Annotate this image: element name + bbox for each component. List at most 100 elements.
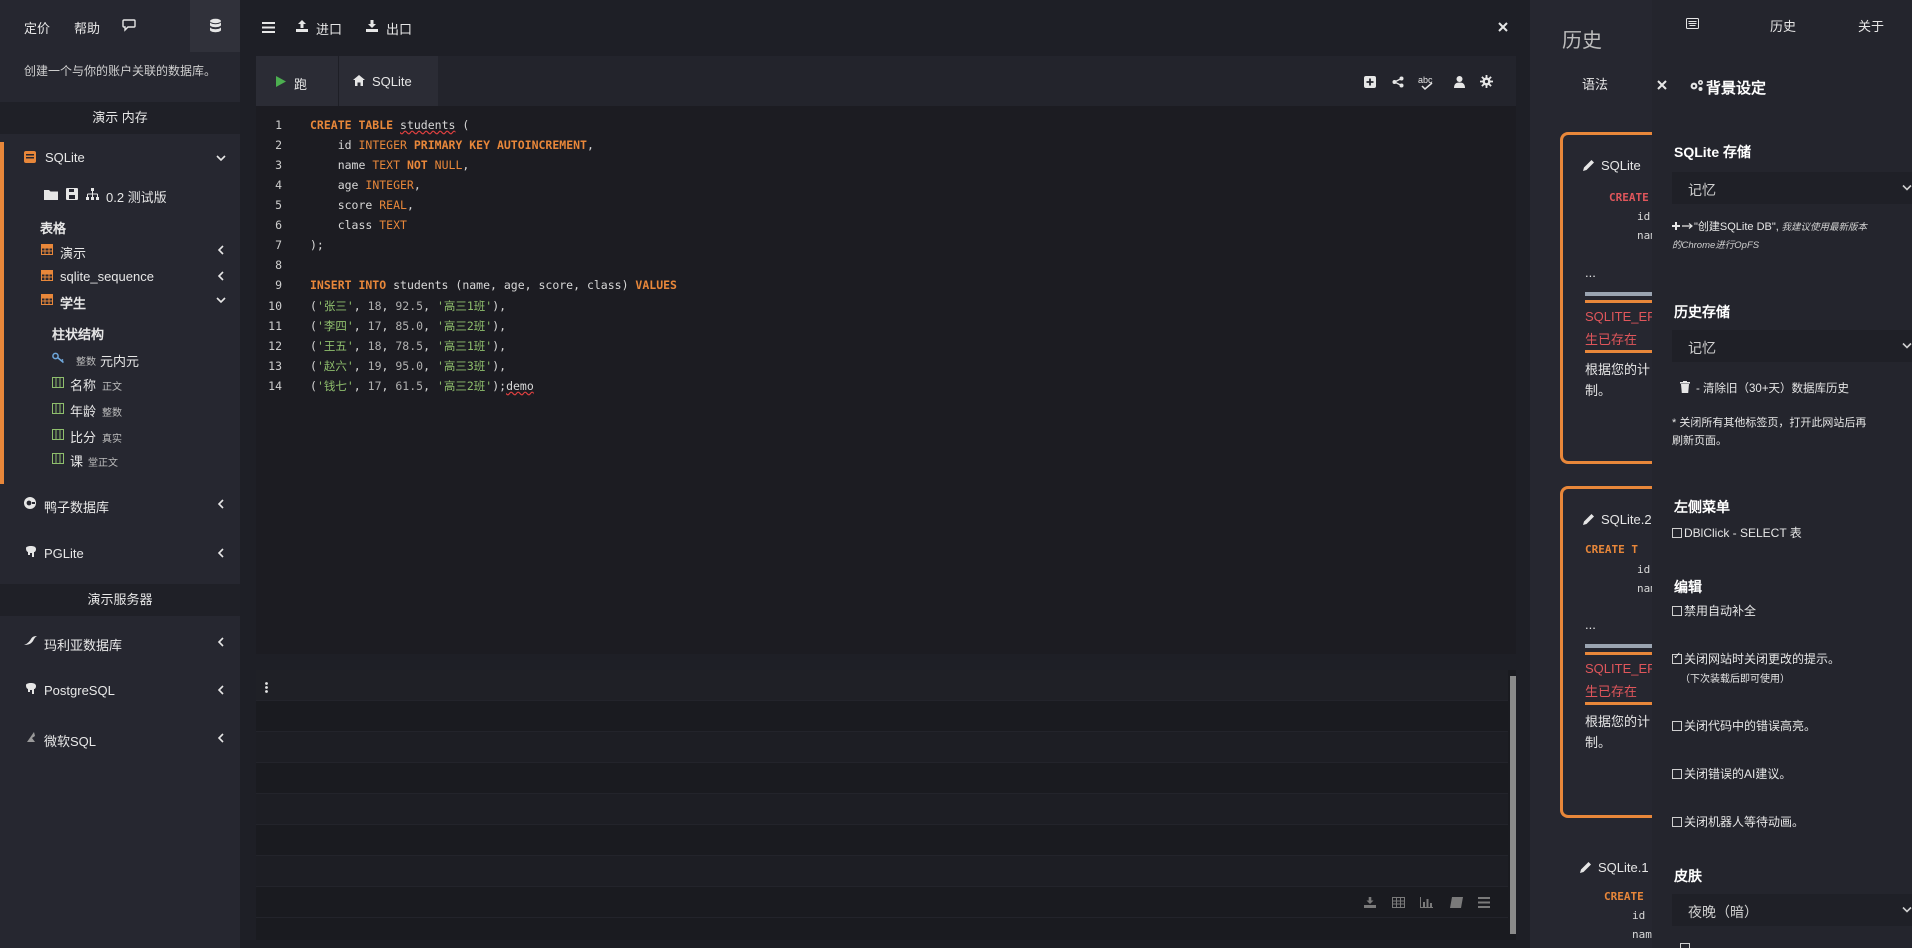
user-icon[interactable] xyxy=(1454,76,1465,88)
run-button[interactable]: 跑 xyxy=(256,56,338,106)
sidebar-item-pglite[interactable]: PGLite xyxy=(0,541,240,565)
close-icon[interactable] xyxy=(1498,22,1508,32)
checkbox[interactable] xyxy=(1672,528,1682,538)
disable-autocomplete-checkbox[interactable]: 禁用自动补全 xyxy=(1672,602,1756,619)
close-prompt-checkbox[interactable]: 关闭网站时关闭更改的提示。 xyxy=(1672,650,1840,667)
column-item-id[interactable]: 整数 元内元 xyxy=(52,350,222,370)
code-line: 11 ('李四', 17, 85.0, '高三2班'), xyxy=(268,319,507,333)
column-type: 整数 xyxy=(76,357,96,368)
results-row xyxy=(256,825,1508,856)
ai-suggestion-checkbox[interactable]: 关闭错误的AI建议。 xyxy=(1672,765,1791,782)
clear-history-button[interactable]: - 清除旧（30+天）数据库历史 xyxy=(1680,380,1900,396)
results-scrollbar[interactable] xyxy=(1510,676,1516,934)
download-result-icon[interactable] xyxy=(1364,897,1376,908)
edit-icon xyxy=(1583,160,1594,171)
chat-icon[interactable] xyxy=(122,18,137,32)
chevron-left-icon xyxy=(217,548,224,558)
chevron-down-icon xyxy=(216,297,226,304)
schema-icon[interactable] xyxy=(86,188,99,200)
card-line: nam xyxy=(1632,928,1652,941)
tab-history[interactable]: 历史 xyxy=(1770,16,1796,35)
select-value: 记忆 xyxy=(1688,182,1716,198)
checkbox[interactable] xyxy=(1672,651,1682,664)
table-item-demo[interactable]: 演示 xyxy=(0,238,240,262)
help-link[interactable]: 帮助 xyxy=(74,18,100,37)
sidebar-item-postgresql[interactable]: PostgreSQL xyxy=(0,678,240,702)
sidebar-item-mariadb[interactable]: 玛利亚数据库 xyxy=(0,630,240,654)
checkbox[interactable] xyxy=(1672,721,1682,731)
table-icon xyxy=(41,270,53,281)
folder-icon[interactable] xyxy=(44,188,58,200)
sidebar-item-mssql[interactable]: 微软SQL xyxy=(0,726,240,750)
new-tab-icon[interactable] xyxy=(1364,76,1376,88)
gear-icon[interactable] xyxy=(1480,75,1493,88)
results-row xyxy=(256,794,1508,825)
tables-heading: 表格 xyxy=(40,221,67,236)
error-highlight-checkbox[interactable]: 关闭代码中的错误高亮。 xyxy=(1672,717,1816,734)
home-icon xyxy=(353,75,365,86)
chart-icon[interactable] xyxy=(1420,897,1433,908)
reload-note-2: 刷新页面。 xyxy=(1672,435,1727,447)
tab-about[interactable]: 关于 xyxy=(1858,16,1884,35)
book-icon[interactable] xyxy=(1450,897,1463,908)
database-button[interactable] xyxy=(190,0,240,52)
column-item-age[interactable]: 年龄 整数 xyxy=(52,400,222,420)
card-ellipsis: ... xyxy=(1585,265,1596,280)
checkbox-sublabel: （下次装载后即可使用） xyxy=(1680,674,1790,685)
checkbox-label: 关闭代码中的错误高亮。 xyxy=(1684,719,1817,733)
close-settings-icon[interactable] xyxy=(1657,80,1667,90)
checkbox[interactable] xyxy=(1672,817,1682,827)
export-button[interactable]: 出口 xyxy=(366,18,426,38)
column-item-score[interactable]: 比分 真实 xyxy=(52,426,222,446)
table-view-icon[interactable] xyxy=(1392,897,1405,908)
column-item-class[interactable]: 课 堂正文 xyxy=(52,450,222,470)
sidebar-item-sqlite[interactable]: SQLite xyxy=(0,146,240,170)
tab-label: SQLite xyxy=(372,74,412,89)
menu-icon[interactable] xyxy=(262,22,275,33)
cogs-icon xyxy=(1689,79,1704,92)
column-name: 比分 xyxy=(70,430,97,445)
table-item-sqlite-sequence[interactable]: sqlite_sequence xyxy=(0,264,240,288)
code-editor[interactable]: 1 CREATE TABLE students ( 2 id INTEGER PR… xyxy=(256,106,1516,654)
tab-sqlite[interactable]: SQLite xyxy=(338,56,438,106)
sqlite-storage-select[interactable]: 记忆 xyxy=(1672,172,1912,204)
more-vertical-icon[interactable] xyxy=(265,682,268,693)
tab-settings[interactable] xyxy=(1652,0,1732,48)
tab-syntax[interactable]: 语法 xyxy=(1582,74,1608,93)
checkbox[interactable] xyxy=(1672,606,1682,616)
column-name: 课 xyxy=(70,454,84,469)
save-icon[interactable] xyxy=(66,188,78,200)
create-hint-italic-2: 的Chrome进行OpFS xyxy=(1672,240,1760,251)
import-button[interactable]: 进口 xyxy=(296,18,356,38)
edit-heading: 编辑 xyxy=(1674,579,1702,595)
select-value: 记忆 xyxy=(1688,340,1716,356)
sidebar-item-duckdb[interactable]: 鸭子数据库 xyxy=(0,492,240,516)
table-icon xyxy=(41,244,53,255)
history-storage-select[interactable]: 记忆 xyxy=(1672,330,1912,362)
code-line: 10 ('张三', 18, 92.5, '高三1班'), xyxy=(268,299,507,313)
list-icon[interactable] xyxy=(1478,897,1490,908)
dblclick-select-checkbox[interactable]: DBlClick - SELECT 表 xyxy=(1672,524,1802,541)
card-note: 制。 xyxy=(1585,383,1612,398)
checkbox-label: 关闭错误的AI建议。 xyxy=(1684,767,1792,781)
elephant-icon xyxy=(26,546,36,557)
table-item-students[interactable]: 学生 xyxy=(0,288,240,312)
chevron-down-icon xyxy=(1902,342,1912,349)
partial-checkbox[interactable] xyxy=(1680,940,1694,948)
version-label: 0.2 测试版 xyxy=(106,190,167,205)
card-error: SQLITE_ER xyxy=(1585,309,1657,324)
chevron-left-icon xyxy=(217,637,224,647)
history-storage-heading: 历史存储 xyxy=(1674,304,1730,320)
checkbox[interactable] xyxy=(1672,769,1682,779)
column-item-name[interactable]: 名称 正文 xyxy=(52,374,222,394)
share-icon[interactable] xyxy=(1392,76,1404,88)
spellcheck-icon[interactable]: abc xyxy=(1418,74,1436,90)
chevron-left-icon xyxy=(217,271,224,281)
pricing-link[interactable]: 定价 xyxy=(24,18,50,37)
skin-select[interactable]: 夜晚（暗） xyxy=(1672,894,1912,926)
sidebar-item-label: 微软SQL xyxy=(44,734,97,749)
create-db-description: 创建一个与你的账户关联的数据库。 xyxy=(24,64,217,78)
column-name: 年龄 xyxy=(70,404,97,419)
card-note: 根据您的计 xyxy=(1585,362,1651,377)
robot-animation-checkbox[interactable]: 关闭机器人等待动画。 xyxy=(1672,813,1804,830)
